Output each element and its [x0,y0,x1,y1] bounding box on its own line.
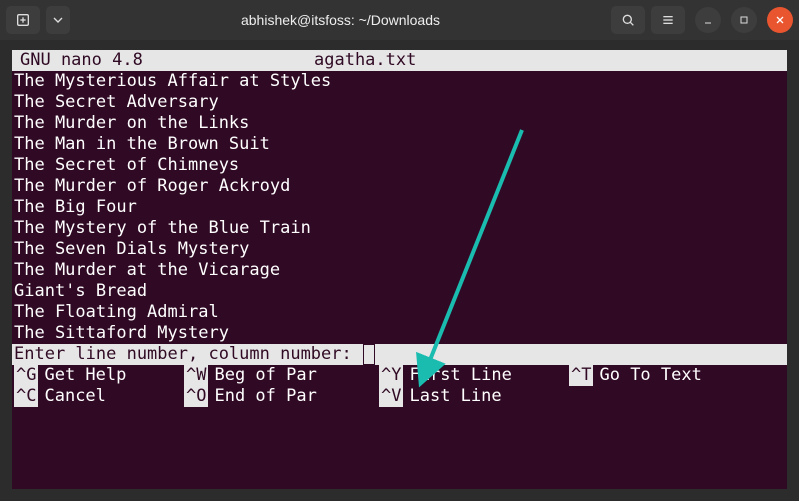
file-line: The Man in the Brown Suit [12,134,787,155]
file-line: Giant's Bread [12,281,787,302]
shortcut-cancel: ^CCancel [14,386,184,407]
file-line: The Seven Dials Mystery [12,239,787,260]
maximize-button[interactable] [731,7,757,33]
file-line: The Mysterious Affair at Styles [12,71,787,92]
file-line: The Murder at the Vicarage [12,260,787,281]
close-button[interactable] [767,7,793,33]
file-line: The Secret of Chimneys [12,155,787,176]
nano-version: GNU nano 4.8 [14,50,314,71]
file-line: The Secret Adversary [12,92,787,113]
shortcut-first-line: ^YFirst Line [379,365,569,386]
file-line: The Murder on the Links [12,113,787,134]
file-line: The Floating Admiral [12,302,787,323]
nano-filename: agatha.txt [314,50,416,71]
file-line: The Mystery of the Blue Train [12,218,787,239]
shortcut-go-to-text: ^TGo To Text [569,365,706,386]
file-line: The Sittaford Mystery [12,323,787,344]
nano-shortcuts: ^GGet Help ^WBeg of Par ^YFirst Line ^TG… [12,365,787,407]
new-tab-button[interactable] [6,6,40,34]
shortcut-end-of-par: ^OEnd of Par [184,386,379,407]
titlebar: abhishek@itsfoss: ~/Downloads [0,0,799,40]
search-button[interactable] [611,6,645,34]
nano-header: GNU nano 4.8 agatha.txt [12,50,787,71]
window-title: abhishek@itsfoss: ~/Downloads [76,12,605,28]
hamburger-menu-button[interactable] [651,6,685,34]
shortcut-get-help: ^GGet Help [14,365,184,386]
shortcut-beg-of-par: ^WBeg of Par [184,365,379,386]
tab-dropdown-button[interactable] [46,6,70,34]
prompt-text: Enter line number, column number: [14,344,362,365]
text-cursor [364,345,374,364]
terminal-area[interactable]: GNU nano 4.8 agatha.txt The Mysterious A… [12,50,787,489]
shortcut-last-line: ^VLast Line [379,386,569,407]
nano-prompt[interactable]: Enter line number, column number: [12,344,787,365]
minimize-button[interactable] [695,7,721,33]
file-line: The Murder of Roger Ackroyd [12,176,787,197]
file-line: The Big Four [12,197,787,218]
